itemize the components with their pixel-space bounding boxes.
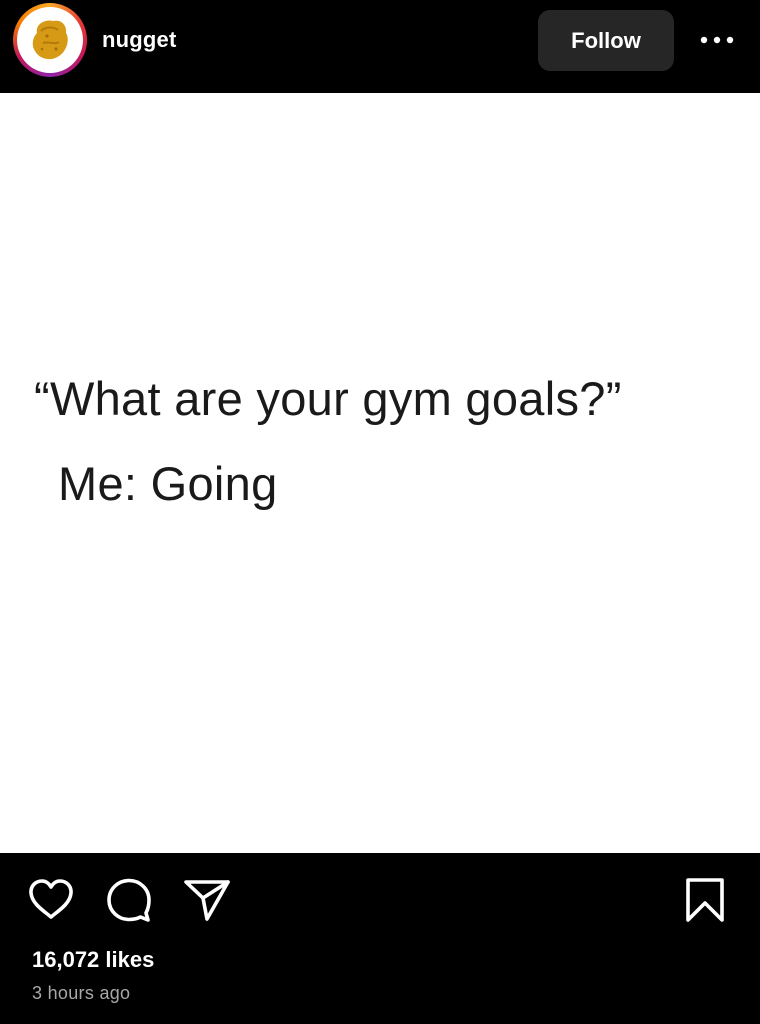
- paper-plane-icon: [184, 880, 230, 921]
- meme-text-question: “What are your gym goals?”: [34, 372, 622, 425]
- follow-button[interactable]: Follow: [538, 10, 674, 71]
- username[interactable]: nugget: [102, 26, 177, 54]
- avatar[interactable]: [13, 3, 87, 77]
- comment-button[interactable]: [104, 875, 154, 925]
- bookmark-icon: [686, 878, 724, 922]
- post-actions: 16,072 likes 3 hours ago: [0, 853, 760, 1024]
- more-options-button[interactable]: [690, 20, 744, 60]
- post-header: nugget Follow: [0, 0, 760, 93]
- save-button[interactable]: [680, 875, 730, 925]
- like-button[interactable]: [26, 875, 76, 925]
- nugget-avatar-image: [23, 13, 77, 67]
- likes-count[interactable]: 16,072 likes: [32, 946, 154, 974]
- meme-text-answer: Me: Going: [58, 457, 278, 510]
- share-button[interactable]: [182, 875, 232, 925]
- more-horizontal-icon: [700, 36, 734, 44]
- comment-bubble-icon: [107, 878, 151, 922]
- post-image[interactable]: “What are your gym goals?” Me: Going: [0, 93, 760, 853]
- post-timestamp: 3 hours ago: [32, 983, 131, 1003]
- heart-icon: [29, 879, 73, 919]
- avatar-border: [17, 7, 83, 73]
